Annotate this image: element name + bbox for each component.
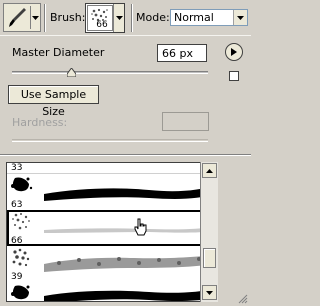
brush-tool-icon <box>6 6 28 29</box>
reset-icon[interactable] <box>229 71 239 81</box>
scroll-down-icon[interactable] <box>202 285 217 300</box>
brush-size-number: 39 <box>11 272 23 282</box>
diameter-slider-track[interactable] <box>12 71 208 74</box>
brush-label: Brush: <box>50 11 86 24</box>
brush-stroke-preview <box>44 186 214 201</box>
dropdown-arrow-icon[interactable] <box>233 10 247 25</box>
brush-list: 33 63 66 39 <box>6 162 218 302</box>
brush-size-number: 66 <box>96 20 108 30</box>
hardness-slider-track <box>12 139 208 142</box>
scrollbar[interactable] <box>200 162 218 302</box>
hardness-label: Hardness: <box>12 116 68 129</box>
slider-thumb-icon[interactable] <box>66 67 77 78</box>
master-diameter-label: Master Diameter <box>12 46 105 59</box>
mode-select[interactable]: Normal <box>170 9 248 26</box>
toolbar-separator <box>131 4 133 32</box>
scrollbar-thumb[interactable] <box>203 248 216 268</box>
list-item[interactable]: 63 <box>7 174 217 210</box>
mode-value: Normal <box>174 11 214 24</box>
brush-thumbnail: 63 <box>7 282 37 301</box>
hardness-input <box>162 112 209 131</box>
brush-size-number: 33 <box>11 163 23 173</box>
brush-size-number: 63 <box>11 200 23 210</box>
tool-preset-picker[interactable] <box>3 3 41 32</box>
brush-thumbnail: 39 <box>7 246 37 282</box>
brush-stroke-preview <box>44 227 214 233</box>
brush-thumbnail: 63 <box>7 174 37 210</box>
dropdown-arrow-icon[interactable] <box>30 6 39 29</box>
dropdown-arrow-icon[interactable] <box>113 4 124 32</box>
use-sample-size-button[interactable]: Use Sample Size <box>8 85 99 118</box>
mode-label: Mode: <box>136 11 170 24</box>
brush-preset-picker[interactable]: 66 <box>85 3 125 33</box>
list-item[interactable]: 33 <box>7 163 217 174</box>
resize-grip-icon[interactable] <box>236 292 248 306</box>
scroll-up-icon[interactable] <box>202 163 217 178</box>
flyout-menu-icon[interactable] <box>225 43 243 61</box>
brush-size-number: 66 <box>11 236 23 246</box>
toolbar-separator <box>44 4 46 32</box>
list-item[interactable]: 66 <box>7 210 217 246</box>
brush-stroke-preview <box>44 289 214 301</box>
brush-stroke-preview <box>44 255 214 272</box>
hand-cursor-icon <box>134 218 148 239</box>
brush-preview: 66 <box>87 5 113 31</box>
master-diameter-input[interactable]: 66 px <box>157 44 207 62</box>
list-item[interactable]: 39 <box>7 246 217 282</box>
panel-divider <box>0 154 251 156</box>
brush-thumbnail: 66 <box>7 210 37 246</box>
list-item[interactable]: 63 <box>7 282 217 301</box>
